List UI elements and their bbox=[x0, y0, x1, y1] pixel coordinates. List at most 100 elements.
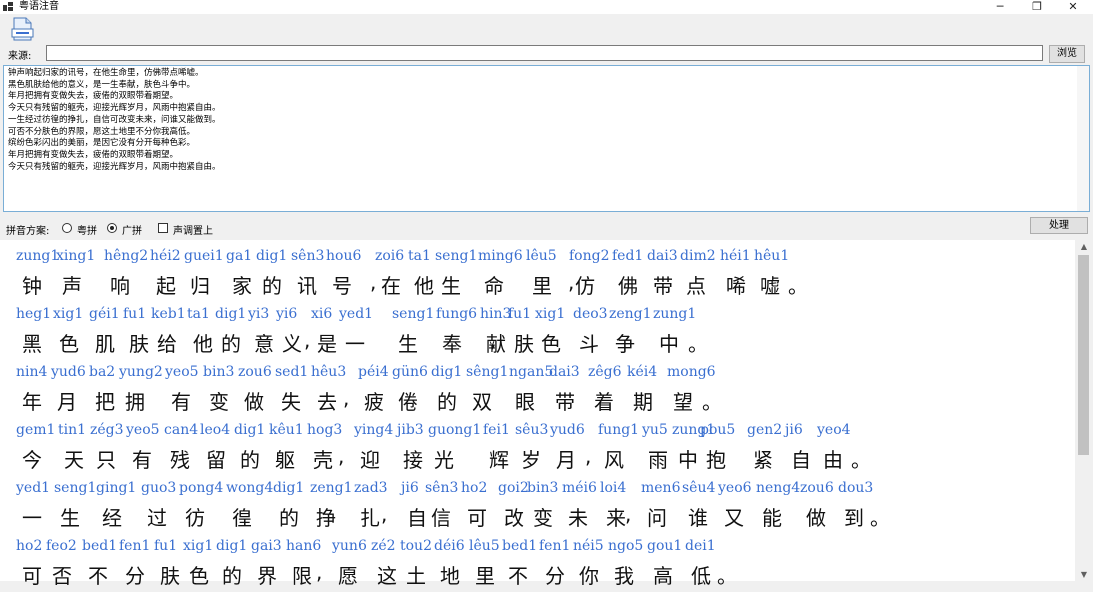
input-line: 今天只有残留的躯壳，迎接光辉岁月，风雨中抱紧自由。 bbox=[8, 161, 221, 172]
pinyin-label: dou3 bbox=[838, 480, 874, 496]
source-input[interactable] bbox=[46, 45, 1043, 61]
hanzi-char: 仿 bbox=[575, 274, 595, 298]
hanzi-char: 又 bbox=[724, 506, 744, 530]
pinyin-label: fu1 bbox=[123, 306, 147, 322]
pinyin-label: leo4 bbox=[200, 422, 231, 438]
pinyin-label: dai3 bbox=[647, 248, 678, 264]
input-line: 钟声响起归家的讯号，在他生命里，仿佛带点唏嘘。 bbox=[8, 68, 204, 78]
punctuation: , bbox=[304, 328, 311, 352]
hanzi-char: 不 bbox=[508, 564, 528, 588]
hanzi-char: 争 bbox=[615, 332, 635, 356]
punctuation: 。 bbox=[870, 506, 890, 530]
tone-top-checkbox[interactable] bbox=[158, 223, 168, 233]
pinyin-label: héi1 bbox=[720, 248, 751, 264]
pinyin-label: keb1 bbox=[151, 306, 186, 322]
pinyin-label: men6 bbox=[641, 480, 681, 496]
hanzi-char: 变 bbox=[533, 506, 553, 530]
hanzi-char: 愿 bbox=[338, 564, 358, 588]
hanzi-char: 响 bbox=[110, 274, 130, 298]
radio-selected-dot bbox=[110, 226, 114, 230]
pinyin-label: ho2 bbox=[461, 480, 488, 496]
pinyin-label: kéi4 bbox=[627, 364, 658, 380]
hanzi-char: 做 bbox=[806, 506, 826, 530]
hanzi-char: 改 bbox=[504, 506, 524, 530]
pinyin-label: gou1 bbox=[647, 538, 683, 554]
hanzi-char: 肤 bbox=[160, 564, 180, 588]
punctuation: , bbox=[316, 560, 323, 584]
pinyin-label: han6 bbox=[286, 538, 322, 554]
pinyin-label: zeng1 bbox=[310, 480, 353, 496]
pinyin-label: can4 bbox=[164, 422, 199, 438]
scroll-up-icon[interactable]: ▲ bbox=[1075, 242, 1093, 251]
process-button[interactable]: 处理 bbox=[1030, 217, 1088, 234]
hanzi-char: 紧 bbox=[753, 448, 773, 472]
pinyin-label: wong4 bbox=[226, 480, 274, 496]
hanzi-char: 躯 bbox=[275, 448, 295, 472]
hanzi-char: 天 bbox=[64, 448, 84, 472]
pinyin-label: gün6 bbox=[392, 364, 428, 380]
pinyin-label: fung1 bbox=[598, 422, 640, 438]
pinyin-label: yed1 bbox=[339, 306, 374, 322]
hanzi-char: 未 bbox=[568, 506, 588, 530]
scroll-thumb[interactable] bbox=[1078, 255, 1089, 455]
hanzi-char: 一 bbox=[345, 332, 365, 356]
pinyin-label: déi6 bbox=[434, 538, 465, 554]
hanzi-char: 不 bbox=[88, 564, 108, 588]
input-line: 今天只有残留的躯壳，迎接光辉岁月，风雨中抱紧自由。 bbox=[8, 103, 221, 114]
radio-guangpin-label: 广拼 bbox=[122, 226, 142, 237]
pinyin-label: goi2 bbox=[498, 480, 529, 496]
minimize-button[interactable]: ─ bbox=[985, 0, 1015, 14]
pinyin-label: xig1 bbox=[183, 538, 214, 554]
hanzi-char: 生 bbox=[398, 332, 418, 356]
hanzi-char: 由 bbox=[823, 448, 843, 472]
pinyin-label: deo3 bbox=[573, 306, 608, 322]
pinyin-label: gem1 bbox=[16, 422, 56, 438]
result-panel: zung1 钟 xing1 声 hêng2 响 héi2 起 guei1 归 ga1 家 dig1 的 sê… bbox=[0, 240, 1093, 588]
hanzi-char: 奉 bbox=[442, 332, 462, 356]
pinyin-label: bin3 bbox=[527, 480, 559, 496]
result-scrollbar[interactable]: ▲ ▼ bbox=[1075, 240, 1093, 581]
pinyin-label: hou6 bbox=[326, 248, 362, 264]
radio-guangpin[interactable] bbox=[107, 223, 117, 233]
document-icon[interactable] bbox=[10, 17, 35, 41]
pinyin-label: sên3 bbox=[291, 248, 325, 264]
input-text: 钟声响起归家的讯号，在他生命里，仿佛带点唏嘘。 黑色肌肤给他的意义，是一生奉献，肤… bbox=[8, 68, 221, 173]
pinyin-label: dig1 bbox=[216, 538, 248, 554]
hanzi-char: 疲 bbox=[364, 390, 384, 414]
hanzi-char: 能 bbox=[762, 506, 782, 530]
maximize-button[interactable]: ❐ bbox=[1022, 0, 1052, 14]
pinyin-label: xing1 bbox=[56, 248, 96, 264]
hanzi-char: 今 bbox=[22, 448, 42, 472]
pinyin-label: zad3 bbox=[354, 480, 388, 496]
browse-button[interactable]: 浏览 bbox=[1049, 45, 1085, 63]
hanzi-char: 接 bbox=[403, 448, 423, 472]
pinyin-label: xi6 bbox=[311, 306, 333, 322]
hanzi-char: 抱 bbox=[706, 448, 726, 472]
hanzi-char: 的 bbox=[240, 448, 260, 472]
pinyin-label: méi6 bbox=[562, 480, 597, 496]
pinyin-label: ta1 bbox=[187, 306, 210, 322]
hanzi-char: 中 bbox=[659, 332, 679, 356]
pinyin-label: fei1 bbox=[483, 422, 510, 438]
punctuation: 。 bbox=[717, 564, 737, 588]
radio-yuepin[interactable] bbox=[62, 223, 72, 233]
punctuation: 。 bbox=[688, 332, 708, 356]
textarea-scrollbar[interactable] bbox=[1077, 66, 1089, 211]
pinyin-label: dim2 bbox=[680, 248, 716, 264]
hanzi-char: 自 bbox=[791, 448, 811, 472]
hanzi-char: 意 bbox=[254, 332, 274, 356]
pinyin-label: zou6 bbox=[800, 480, 834, 496]
pinyin-label: fung6 bbox=[436, 306, 478, 322]
pinyin-label: sêu3 bbox=[515, 422, 549, 438]
input-textarea[interactable]: 钟声响起归家的讯号，在他生命里，仿佛带点唏嘘。 黑色肌肤给他的意义，是一生奉献，肤… bbox=[3, 65, 1090, 212]
pinyin-label: hêng2 bbox=[104, 248, 149, 264]
tone-top-label: 声调置上 bbox=[173, 226, 213, 237]
hanzi-char: 残 bbox=[170, 448, 190, 472]
hanzi-char: 辉 bbox=[489, 448, 509, 472]
pinyin-label: bed1 bbox=[82, 538, 118, 554]
punctuation: 。 bbox=[851, 448, 871, 472]
close-button[interactable]: ✕ bbox=[1058, 0, 1088, 14]
scroll-down-icon[interactable]: ▼ bbox=[1075, 570, 1093, 579]
hanzi-char: 的 bbox=[221, 332, 241, 356]
hanzi-char: 唏 bbox=[726, 274, 746, 298]
